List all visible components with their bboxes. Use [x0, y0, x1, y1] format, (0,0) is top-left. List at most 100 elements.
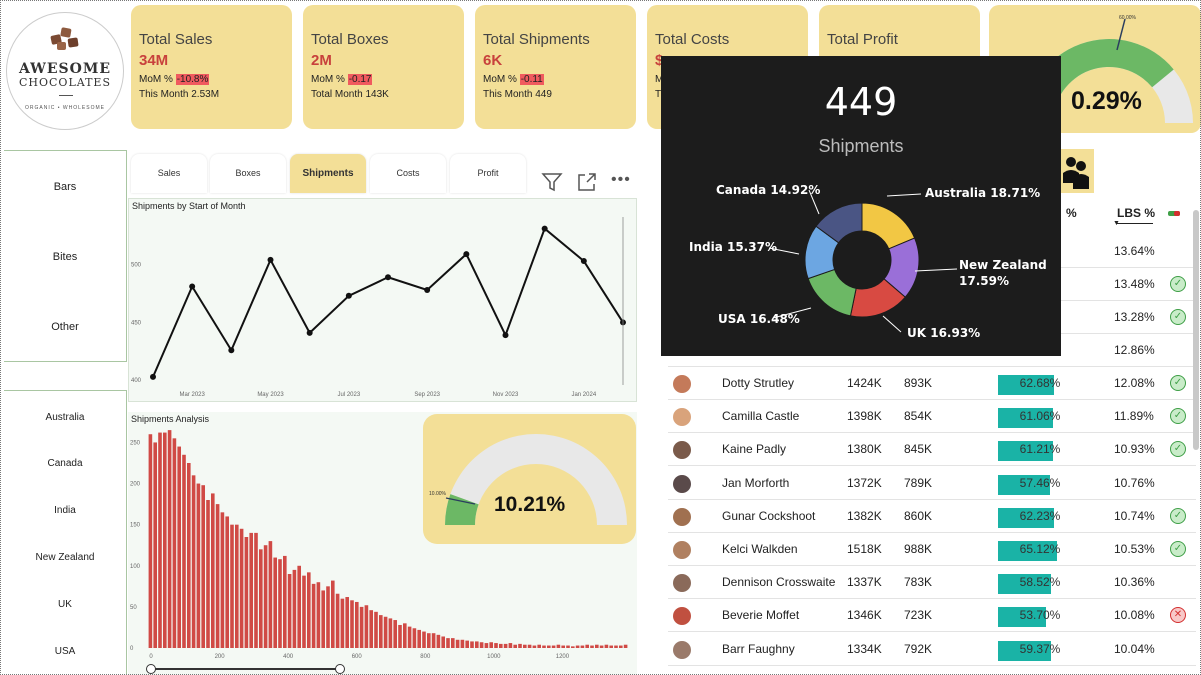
kpi-month: This Month 2.53M: [139, 89, 220, 100]
shipments-tooltip: 449 Shipments Australia 18.71% New Zeala…: [661, 56, 1061, 356]
range-slider-handle-start[interactable]: [146, 664, 156, 674]
bar: [331, 580, 335, 648]
slicer-item-new-zealand[interactable]: New Zealand: [4, 552, 126, 563]
bar: [364, 605, 369, 648]
bar: [153, 442, 157, 648]
slicer-item-uk[interactable]: UK: [4, 599, 126, 610]
line-point: [385, 274, 391, 281]
bar: [287, 574, 292, 648]
bar: [532, 645, 537, 648]
col-header-pct[interactable]: %: [1066, 206, 1077, 220]
tab-shipments[interactable]: Shipments: [290, 154, 366, 193]
bar: [503, 643, 508, 648]
kpi-card-shipments[interactable]: Total Shipments 6K MoM % -0.11 This Mont…: [475, 5, 636, 129]
more-options-icon[interactable]: •••: [611, 171, 631, 189]
slicer-item-bars[interactable]: Bars: [4, 181, 126, 193]
y-tick-label: 400: [131, 378, 142, 384]
cell-lbs: 13.28%: [1114, 310, 1155, 324]
shipments-gauge: [445, 434, 627, 525]
bar: [523, 644, 527, 648]
cell-total: 1382K: [847, 508, 882, 523]
donut-chart[interactable]: [661, 56, 1061, 356]
table-row[interactable]: Jan Morforth 1372K 789K 57.46% 10.76%: [668, 467, 1196, 500]
line-chart[interactable]: 400 450 500 Mar 2023 May 2023 Jul 2023 Sep 202…: [129, 199, 638, 403]
tab-costs[interactable]: Costs: [370, 154, 446, 193]
kpi-month: This Month 449: [483, 89, 552, 100]
slicer-item-usa[interactable]: USA: [4, 646, 126, 657]
kpi-mom: MoM % -0.11: [483, 74, 544, 85]
bar: [595, 644, 599, 648]
kpi-title: Total Boxes: [311, 31, 389, 48]
slicer-item-bites[interactable]: Bites: [4, 251, 126, 263]
cell-pct: 57.46%: [1019, 475, 1061, 490]
y-tick-label: 0: [130, 646, 134, 652]
col-header-lbs[interactable]: LBS %: [1117, 206, 1155, 220]
line-point: [424, 286, 431, 293]
shipments-gauge-card[interactable]: 10.00% 10.21%: [423, 414, 636, 544]
filter-icon[interactable]: [540, 170, 564, 194]
bar: [239, 528, 244, 648]
bar: [283, 555, 287, 648]
bar: [379, 615, 383, 648]
bar: [374, 611, 378, 648]
bar: [566, 645, 570, 648]
table-row[interactable]: Barr Faughny 1334K 792K 59.37% 10.04%: [668, 633, 1196, 666]
bar: [206, 500, 210, 648]
bar: [494, 643, 498, 648]
slicer-item-other[interactable]: Other: [4, 321, 126, 333]
table-row[interactable]: Dennison Crosswaite 1337K 783K 58.52% 10.36%: [668, 566, 1196, 600]
cell-lbs: 10.93%: [1114, 442, 1155, 457]
bar: [235, 524, 239, 648]
bar: [575, 645, 580, 648]
cell-total: 1334K: [847, 641, 882, 656]
tab-profit[interactable]: Profit: [450, 154, 526, 193]
focus-mode-icon[interactable]: [575, 170, 599, 194]
kpi-title: Total Profit: [827, 31, 898, 48]
table-row[interactable]: Kelci Walkden 1518K 988K 65.12% 10.53% ✓: [668, 533, 1196, 566]
slicer-item-india[interactable]: India: [4, 505, 126, 516]
country-slicer: Australia Canada India New Zealand UK US…: [4, 390, 127, 675]
line-point: [541, 225, 548, 232]
tab-boxes[interactable]: Boxes: [210, 154, 286, 193]
bar: [167, 430, 172, 648]
tab-sales[interactable]: Sales: [131, 154, 207, 193]
kpi-card-boxes[interactable]: Total Boxes 2M MoM % -0.17 Total Month 1…: [303, 5, 464, 129]
range-slider-track[interactable]: [150, 668, 340, 670]
avatar: [673, 507, 691, 526]
people-icon[interactable]: [1058, 149, 1094, 193]
cell-total: 1518K: [847, 542, 882, 556]
bar: [403, 623, 407, 648]
bar: [465, 640, 469, 648]
bar: [542, 645, 546, 648]
bar: [321, 590, 325, 648]
table-row[interactable]: Camilla Castle 1398K 854K 61.06% 11.89% ✓: [668, 400, 1196, 434]
bar: [201, 485, 205, 648]
range-slider-handle-end[interactable]: [335, 664, 345, 674]
bar: [537, 644, 541, 648]
x-tick-label: 800: [420, 654, 431, 660]
donut-label-usa: USA 16.48%: [718, 312, 800, 326]
x-tick-label: Sep 2023: [414, 392, 440, 398]
cell-value: 723K: [904, 608, 933, 623]
kpi-card-sales[interactable]: Total Sales 34M MoM % -10.8% This Month …: [131, 5, 292, 129]
bar: [556, 644, 561, 648]
slicer-item-canada[interactable]: Canada: [4, 458, 126, 469]
cell-value: 854K: [904, 409, 933, 424]
table-row[interactable]: Gunar Cockshoot 1382K 860K 62.23% 10.74% ✓: [668, 500, 1196, 533]
table-row[interactable]: Kaine Padly 1380K 845K 61.21% 10.93% ✓: [668, 433, 1196, 467]
cell-name: Camilla Castle: [722, 409, 800, 424]
cell-lbs: 10.08%: [1114, 608, 1155, 623]
table-row[interactable]: Beverie Moffet 1346K 723K 53.70% 10.08% ✕: [668, 599, 1196, 633]
bar: [551, 645, 556, 648]
x-tick-label: Jul 2023: [337, 392, 360, 398]
bar: [297, 565, 301, 648]
cell-lbs: 10.36%: [1114, 575, 1155, 590]
cell-lbs: 10.04%: [1114, 641, 1155, 656]
bar: [609, 645, 613, 648]
cell-lbs: 10.76%: [1114, 475, 1155, 490]
table-scrollbar[interactable]: [1193, 210, 1199, 450]
bar: [431, 633, 436, 648]
table-row[interactable]: Dotty Strutley 1424K 893K 62.68% 12.08% ✓: [668, 367, 1196, 400]
slicer-item-australia[interactable]: Australia: [4, 412, 126, 423]
avatar: [673, 375, 691, 393]
